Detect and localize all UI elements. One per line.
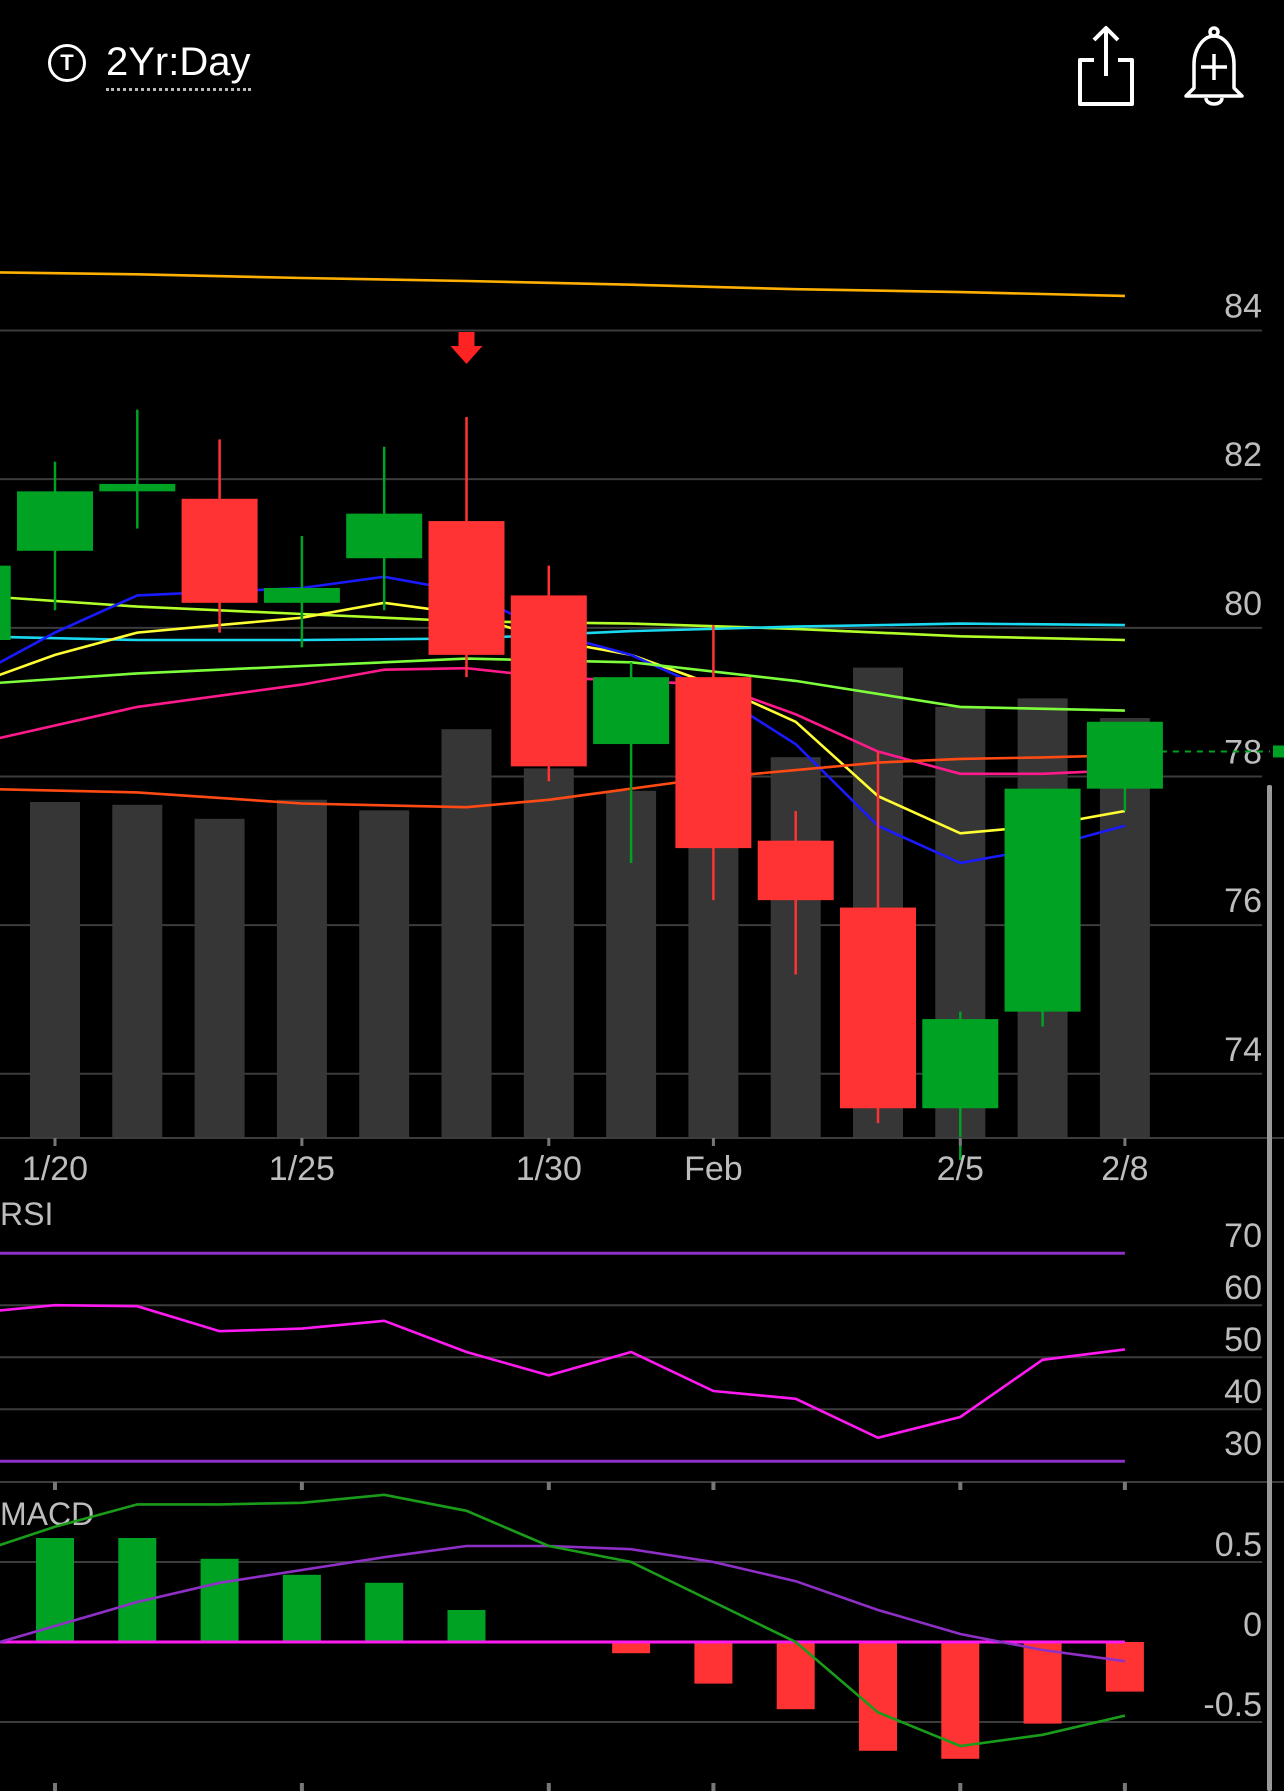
volume-bar bbox=[194, 818, 245, 1138]
candle-body bbox=[840, 907, 916, 1109]
price-tick-label: 74 bbox=[1224, 1031, 1262, 1069]
macd-histogram-bar bbox=[612, 1642, 651, 1654]
x-tick-label: Feb bbox=[684, 1150, 743, 1188]
candle-body bbox=[428, 521, 505, 655]
macd-tick-label: 0.5 bbox=[1215, 1526, 1262, 1564]
volume-bar bbox=[523, 768, 574, 1138]
price-panel: 74 76 78 80 82 84 1/20 1/25 1/30 Feb 2/5 2/8 bbox=[0, 271, 1284, 1188]
macd-histogram-bar bbox=[859, 1642, 897, 1751]
rsi-line bbox=[0, 1303, 1126, 1440]
macd-histogram-bar bbox=[1105, 1642, 1144, 1692]
candle-body bbox=[99, 483, 176, 492]
candle-body bbox=[757, 840, 834, 901]
candle-body bbox=[0, 565, 11, 640]
chart-canvas[interactable]: 74 76 78 80 82 84 1/20 1/25 1/30 Feb 2/5 2/8 RSI 30 40… bbox=[0, 0, 1284, 1791]
candle-body bbox=[1086, 721, 1163, 789]
rsi-tick-label: 40 bbox=[1224, 1373, 1262, 1411]
volume-bar bbox=[359, 810, 410, 1138]
macd-histogram-bar bbox=[118, 1538, 157, 1642]
x-tick-label: 1/20 bbox=[22, 1150, 88, 1188]
rsi-tick-label: 60 bbox=[1224, 1269, 1262, 1307]
rsi-tick-label: 50 bbox=[1224, 1321, 1262, 1359]
candle-body bbox=[346, 513, 423, 559]
candle-body bbox=[675, 677, 752, 849]
macd-histogram-bar bbox=[365, 1582, 404, 1642]
price-tick-label: 76 bbox=[1224, 882, 1262, 920]
price-tick-label: 78 bbox=[1224, 733, 1262, 771]
candle-body bbox=[510, 595, 587, 767]
candle-body bbox=[1004, 788, 1081, 1012]
macd-histogram-bar bbox=[200, 1558, 239, 1642]
rsi-panel: RSI 30 40 50 60 70 bbox=[0, 1196, 1284, 1490]
x-tick-label: 1/30 bbox=[516, 1150, 582, 1188]
volume-bar bbox=[30, 802, 80, 1138]
volume-bar bbox=[276, 799, 327, 1138]
price-tick-label: 84 bbox=[1224, 288, 1262, 326]
macd-histogram-bar bbox=[447, 1610, 486, 1642]
macd-histogram-bar bbox=[282, 1574, 321, 1642]
x-tick-label: 2/8 bbox=[1101, 1150, 1148, 1188]
candle-body bbox=[922, 1019, 999, 1109]
macd-title: MACD bbox=[0, 1496, 94, 1532]
scrollbar bbox=[1267, 785, 1272, 1791]
rsi-tick-label: 30 bbox=[1224, 1425, 1262, 1463]
candle-body bbox=[263, 587, 340, 603]
macd-panel: MACD 0.5 0 -0.5 bbox=[0, 1493, 1262, 1791]
price-tick-label: 80 bbox=[1224, 585, 1262, 623]
volume-bar bbox=[112, 804, 163, 1138]
macd-tick-label: 0 bbox=[1243, 1606, 1262, 1644]
candle-body bbox=[181, 498, 258, 603]
volume-bar bbox=[441, 729, 492, 1138]
rsi-title: RSI bbox=[0, 1196, 53, 1232]
moving-average-line bbox=[0, 271, 1125, 298]
macd-histogram-bar bbox=[1023, 1642, 1062, 1724]
last-price-marker bbox=[1273, 745, 1284, 758]
price-tick-label: 82 bbox=[1224, 436, 1262, 474]
macd-tick-label: -0.5 bbox=[1203, 1686, 1262, 1724]
x-tick-label: 2/5 bbox=[937, 1150, 984, 1188]
x-tick-label: 1/25 bbox=[269, 1150, 335, 1188]
rsi-tick-label: 70 bbox=[1224, 1217, 1262, 1255]
signal-arrow-icon bbox=[450, 332, 483, 364]
macd-histogram-bar bbox=[694, 1642, 733, 1684]
candle-body bbox=[17, 491, 93, 551]
candle-body bbox=[593, 677, 670, 745]
